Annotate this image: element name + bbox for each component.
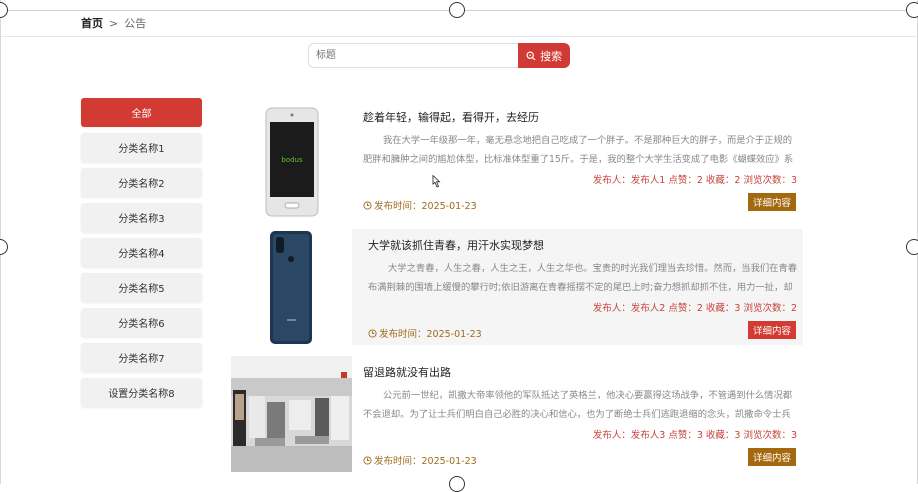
article-meta: 发布人：发布人1 点赞：2 收藏：2 浏览次数：3 [592,175,797,186]
clock-icon [363,455,372,465]
sidebar-item-category-1[interactable]: 分类名称1 [81,133,202,162]
article-thumbnail[interactable]: bodus [231,101,352,217]
header-divider [0,36,918,37]
sidebar-item-category-4[interactable]: 分类名称4 [81,238,202,267]
sidebar-item-category-2[interactable]: 分类名称2 [81,168,202,197]
search-button[interactable]: 搜索 [518,43,570,68]
article-date: 发布时间：2025-01-23 [363,198,477,212]
article-excerpt: 我在大学一年级那一年，毫无悬念地把自己吃成了一个胖子。不是那种巨大的胖子，而是介… [363,135,794,165]
search-input[interactable] [308,43,519,68]
article-card: bodus 趁着年轻，输得起，看得开，去经历 我在大学一年级那一年，毫无悬念地把… [231,101,803,217]
article-title[interactable]: 留退路就没有出路 [363,364,451,380]
resize-handle-left[interactable] [0,239,8,255]
article-excerpt: 大学之青春，人生之春，人生之王，人生之华也。宝贵的时光我们理当去珍惜。然而，当我… [368,263,798,293]
sidebar-item-category-6[interactable]: 分类名称6 [81,308,202,337]
clock-icon [368,328,377,338]
article-meta: 发布人：发布人2 点赞：2 收藏：3 浏览次数：2 [592,303,797,314]
page: 首页 > 公告 搜索 全部 分类名称1 分类名称2 分类名称3 分类名称4 分类… [0,0,918,492]
phone-white-image: bodus [265,107,319,217]
sidebar-item-all[interactable]: 全部 [81,98,202,127]
category-sidebar: 全部 分类名称1 分类名称2 分类名称3 分类名称4 分类名称5 分类名称6 分… [81,98,202,413]
sidebar-item-category-3[interactable]: 分类名称3 [81,203,202,232]
sidebar-item-category-7[interactable]: 分类名称7 [81,343,202,372]
breadcrumb-current: 公告 [124,17,147,30]
detail-button[interactable]: 详细内容 [748,193,796,211]
breadcrumb-home[interactable]: 首页 [81,15,103,31]
search-bar: 搜索 [308,43,570,68]
article-date-text: 发布时间：2025-01-23 [374,201,477,212]
article-date: 发布时间：2025-01-23 [363,453,477,467]
mouse-cursor-icon [432,175,441,188]
phone-blue-image [270,231,312,344]
search-icon [526,50,536,60]
detail-button[interactable]: 详细内容 [748,448,796,466]
search-button-label: 搜索 [540,49,563,63]
sidebar-item-category-8[interactable]: 设置分类名称8 [81,378,202,407]
phone-screen-brand: bodus [281,156,303,164]
article-card: 大学就该抓住青春，用汗水实现梦想 大学之青春，人生之春，人生之王，人生之华也。宝… [231,229,803,345]
resize-handle-top-right[interactable] [906,2,918,18]
article-date: 发布时间：2025-01-23 [368,326,482,340]
article-card: 留退路就没有出路 公元前一世纪，凯撒大帝率领他的军队抵达了英格兰，他决心要赢得这… [231,356,803,472]
sidebar-item-category-5[interactable]: 分类名称5 [81,273,202,302]
clock-icon [363,200,372,210]
resize-handle-top[interactable] [449,2,465,18]
breadcrumb-separator: > [109,16,119,30]
article-meta: 发布人：发布人3 点赞：3 收藏：3 浏览次数：3 [592,430,797,441]
article-title[interactable]: 大学就该抓住青春，用汗水实现梦想 [368,237,544,253]
detail-button[interactable]: 详细内容 [748,321,796,339]
article-title[interactable]: 趁着年轻，输得起，看得开，去经历 [363,109,539,125]
article-thumbnail[interactable] [231,356,352,472]
article-excerpt: 公元前一世纪，凯撒大帝率领他的军队抵达了英格兰，他决心要赢得这场战争，不管遇到什… [363,390,793,420]
resize-handle-bottom[interactable] [449,476,465,492]
store-interior-image [231,356,352,472]
resize-handle-top-left[interactable] [0,2,8,18]
breadcrumb: 首页 > 公告 [81,15,146,31]
resize-handle-right[interactable] [906,239,918,255]
article-thumbnail[interactable] [231,229,352,345]
article-date-text: 发布时间：2025-01-23 [379,329,482,340]
article-date-text: 发布时间：2025-01-23 [374,456,477,467]
